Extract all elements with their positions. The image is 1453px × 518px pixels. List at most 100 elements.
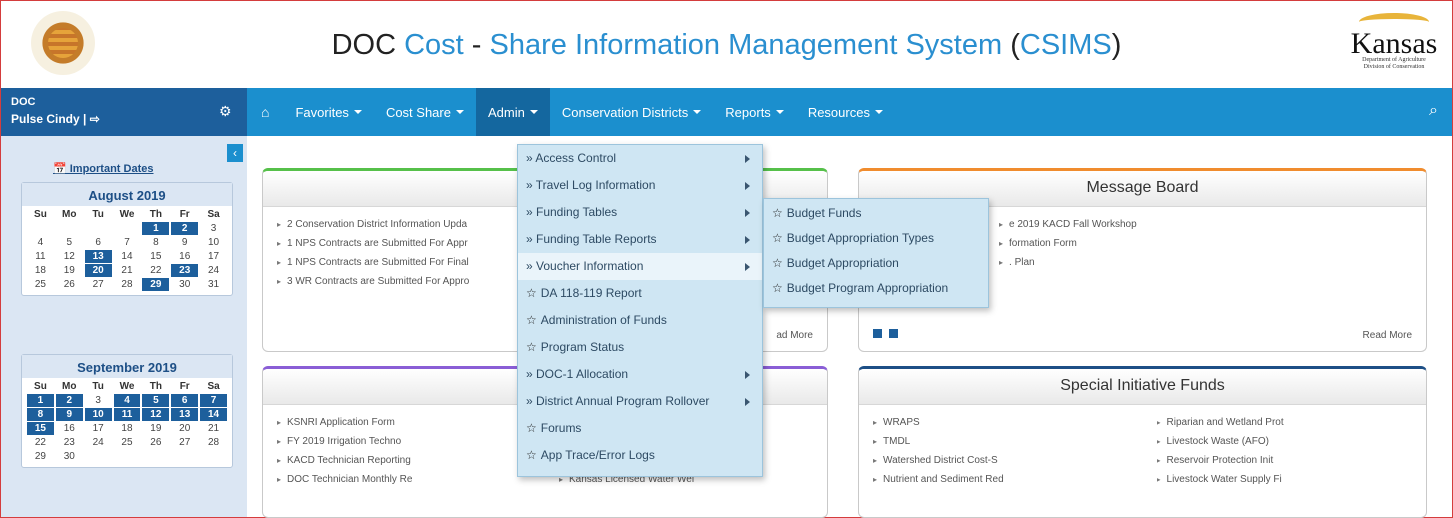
star-icon[interactable]: ☆ [526,313,537,327]
calendar-day[interactable]: 18 [114,422,141,435]
gear-icon[interactable]: ⚙ [219,103,232,120]
calendar-day[interactable]: 12 [56,250,83,263]
calendar-day[interactable]: 20 [171,422,198,435]
calendar-day[interactable]: 31 [200,278,227,291]
list-item[interactable]: . Plan [999,253,1416,272]
star-icon[interactable]: ☆ [526,286,537,300]
list-item[interactable]: KSNRI Application Form [277,413,535,432]
nav-favorites[interactable]: Favorites [283,88,373,136]
admin-menu-item[interactable]: » Funding Table Reports [518,226,762,253]
nav-cost-share[interactable]: Cost Share [374,88,476,136]
calendar-day[interactable]: 14 [114,250,141,263]
admin-menu-item[interactable]: ☆ Forums [518,415,762,442]
calendar-day[interactable]: 30 [56,450,83,463]
collapse-sidebar-icon[interactable]: ‹ [227,144,243,162]
admin-menu-item[interactable]: » District Annual Program Rollover [518,388,762,415]
star-icon[interactable]: ☆ [772,281,783,295]
calendar-day[interactable]: 7 [114,236,141,249]
calendar-day[interactable]: 6 [171,394,199,407]
star-icon[interactable]: ☆ [526,421,537,435]
calendar-day[interactable]: 7 [200,394,227,407]
calendar-day[interactable]: 1 [27,394,54,407]
calendar-day[interactable]: 29 [142,278,170,291]
calendar-day[interactable]: 11 [113,408,141,421]
calendar-day[interactable]: 22 [27,436,54,449]
calendar-day[interactable]: 12 [142,408,170,421]
admin-menu-item[interactable]: » Funding Tables [518,199,762,226]
calendar-day[interactable]: 4 [113,394,141,407]
list-item[interactable]: Livestock Waste (AFO) [1157,432,1417,451]
home-icon[interactable]: ⌂ [247,88,283,136]
expand-icon[interactable] [873,329,882,338]
admin-menu-item[interactable]: » Access Control [518,145,762,172]
calendar-day[interactable]: 20 [84,264,112,277]
calendar-day[interactable]: 2 [55,394,83,407]
funding-submenu-item[interactable]: ☆ Budget Program Appropriation [764,276,988,301]
funding-submenu-item[interactable]: ☆ Budget Funds [764,201,988,226]
nav-conservation-districts[interactable]: Conservation Districts [550,88,713,136]
calendar-day[interactable]: 28 [200,436,227,449]
list-item[interactable]: FY 2019 Irrigation Techno [277,432,535,451]
calendar-day[interactable]: 3 [85,394,112,407]
calendar-day[interactable]: 8 [27,408,54,421]
calendar-day[interactable]: 30 [171,278,198,291]
admin-menu-item[interactable]: » Voucher Information [518,253,762,280]
funding-submenu-item[interactable]: ☆ Budget Appropriation [764,251,988,276]
nav-admin[interactable]: Admin [475,88,550,136]
calendar-day[interactable]: 14 [200,408,227,421]
calendar-day[interactable]: 21 [200,422,227,435]
calendar-day[interactable]: 29 [27,450,54,463]
calendar-day[interactable]: 26 [142,436,169,449]
calendar-day[interactable]: 16 [171,250,198,263]
calendar-day[interactable]: 6 [85,236,112,249]
calendar-day[interactable]: 3 [200,222,227,235]
calendar-day[interactable]: 23 [56,436,83,449]
star-icon[interactable]: ☆ [772,256,783,270]
calendar-day[interactable]: 17 [200,250,227,263]
list-item[interactable]: DOC Technician Monthly Re [277,470,535,489]
star-icon[interactable]: ☆ [526,340,537,354]
calendar-day[interactable]: 13 [84,250,112,263]
calendar-day[interactable]: 18 [27,264,54,277]
calendar-day[interactable]: 26 [56,278,83,291]
calendar-day[interactable]: 21 [114,264,141,277]
calendar-day[interactable]: 10 [84,408,112,421]
nav-reports[interactable]: Reports [713,88,796,136]
nav-resources[interactable]: Resources [796,88,895,136]
calendar-day[interactable]: 8 [142,236,169,249]
list-item[interactable]: Livestock Water Supply Fi [1157,470,1417,489]
important-dates-link[interactable]: 📅 Important Dates [53,162,154,175]
calendar-day[interactable]: 9 [55,408,83,421]
read-more-link[interactable]: ad More [776,330,813,341]
calendar-day[interactable]: 15 [142,250,169,263]
admin-menu-item[interactable]: ☆ Program Status [518,334,762,361]
star-icon[interactable]: ☆ [772,206,783,220]
read-more-link[interactable]: Read More [1363,330,1412,341]
calendar-day[interactable]: 19 [142,422,169,435]
calendar-day[interactable]: 27 [85,278,112,291]
user-name-logout[interactable]: Pulse Cindy | ⇨ [11,112,100,126]
star-icon[interactable]: ☆ [772,231,783,245]
list-item[interactable]: Watershed District Cost-S [873,451,1133,470]
list-item[interactable]: Reservoir Protection Init [1157,451,1417,470]
calendar-day[interactable]: 15 [27,422,54,435]
calendar-day[interactable]: 9 [171,236,198,249]
list-item[interactable]: Nutrient and Sediment Red [873,470,1133,489]
calendar-day[interactable]: 27 [171,436,198,449]
calendar-day[interactable]: 25 [114,436,141,449]
calendar-day[interactable]: 25 [27,278,54,291]
list-item[interactable]: e 2019 KACD Fall Workshop [999,215,1416,234]
calendar-day[interactable]: 4 [27,236,54,249]
calendar-day[interactable]: 22 [142,264,169,277]
list-item[interactable]: TMDL [873,432,1133,451]
calendar-day[interactable]: 17 [85,422,112,435]
calendar-day[interactable]: 24 [200,264,227,277]
calendar-day[interactable]: 23 [171,264,199,277]
calendar-day[interactable]: 5 [142,394,170,407]
calendar-day[interactable]: 24 [85,436,112,449]
list-item[interactable]: Riparian and Wetland Prot [1157,413,1417,432]
list-item[interactable]: formation Form [999,234,1416,253]
admin-menu-item[interactable]: ☆ App Trace/Error Logs [518,442,762,469]
list-item[interactable]: WRAPS [873,413,1133,432]
admin-menu-item[interactable]: » Travel Log Information [518,172,762,199]
